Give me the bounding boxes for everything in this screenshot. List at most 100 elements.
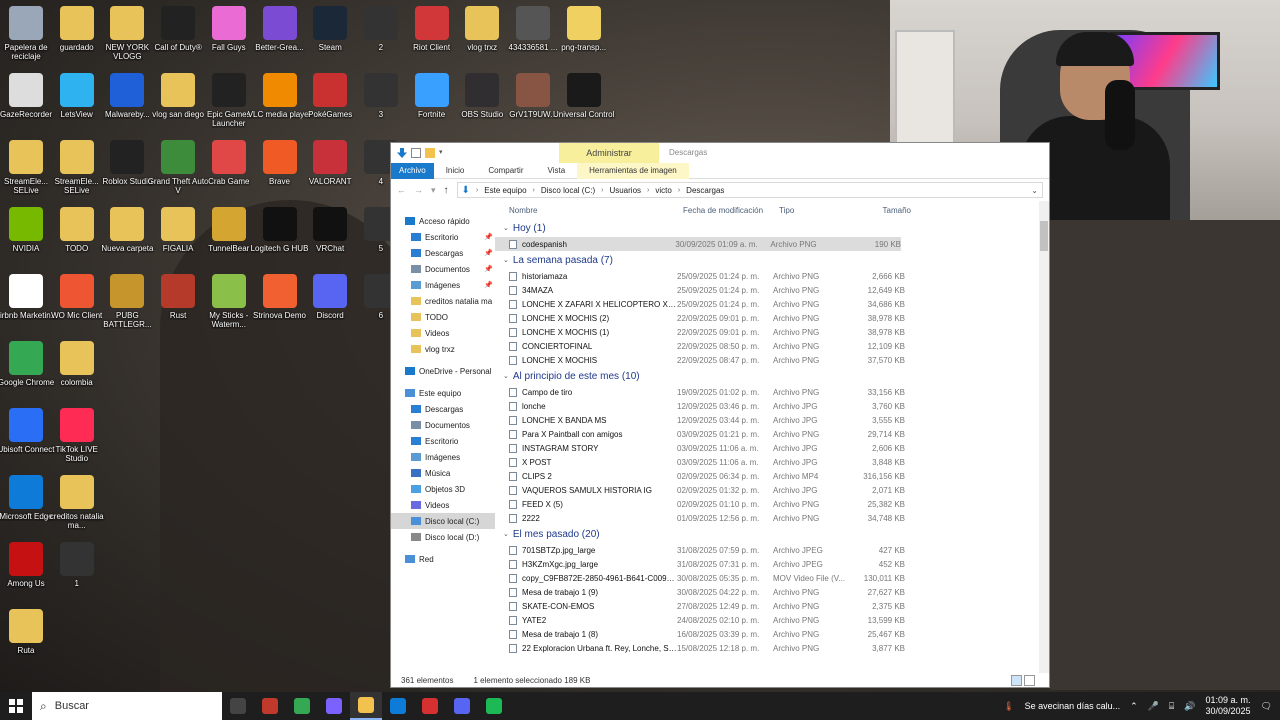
file-row[interactable]: SKATE-CON-EMOS 27/08/2025 12:49 p. m. Arch… [495, 599, 1049, 613]
scroll-thumb[interactable] [1040, 221, 1048, 251]
file-row[interactable]: Mesa de trabajo 1 (8) 16/08/2025 03:39 p.… [495, 627, 1049, 641]
forward-arrow-icon[interactable]: → [414, 185, 423, 195]
desktop-icon[interactable]: Ruta [0, 609, 58, 655]
weather-text[interactable]: Se avecinan días calu... [1025, 701, 1121, 711]
breadcrumb-separator-icon[interactable]: › [601, 187, 603, 194]
column-size[interactable]: Tamaño [859, 206, 911, 215]
nav-item[interactable]: OneDrive - Personal [391, 363, 495, 379]
nav-item[interactable]: vlog trxz [391, 341, 495, 357]
dropdown-icon[interactable]: ▾ [439, 148, 445, 158]
volume-icon[interactable]: 🔊 [1184, 701, 1195, 712]
taskbar-spotify-button[interactable] [478, 692, 510, 720]
taskbar-task-view-button[interactable] [222, 692, 254, 720]
breadcrumb-item[interactable]: victo [655, 186, 671, 195]
file-row[interactable]: CONCIERTOFINAL 22/09/2025 08:50 p. m. Arch… [495, 339, 1049, 353]
file-row[interactable]: X POST 03/09/2025 11:06 a. m. Archivo JPG 3… [495, 455, 1049, 469]
file-row[interactable]: CLIPS 2 02/09/2025 06:34 p. m. Archivo MP4… [495, 469, 1049, 483]
file-row[interactable]: 701SBTZp.jpg_large 31/08/2025 07:59 p. m.… [495, 543, 1049, 557]
up-arrow-icon[interactable]: ↑ [444, 185, 449, 196]
nav-item[interactable]: Descargas 📌 [391, 245, 495, 261]
group-header[interactable]: ⌄ La semana pasada (7) [495, 251, 1049, 269]
taskbar-file-explorer-button[interactable] [350, 692, 382, 720]
tab-herramientas-imagen[interactable]: Herramientas de imagen [577, 162, 689, 179]
desktop-icon[interactable]: 1 [45, 542, 109, 588]
nav-item[interactable]: Documentos 📌 [391, 261, 495, 277]
file-row[interactable]: historiamaza 25/09/2025 01:24 p. m. Archiv… [495, 269, 1049, 283]
file-row[interactable]: codespanish 30/09/2025 01:09 a. m. Archivo… [495, 237, 901, 251]
file-row[interactable]: LONCHE X ZAFARI X HELICOPTERO X YATE 25/0… [495, 297, 1049, 311]
file-row[interactable]: Mesa de trabajo 1 (9) 30/08/2025 04:22 p.… [495, 585, 1049, 599]
microphone-icon[interactable]: 🎤 [1148, 701, 1159, 712]
nav-item[interactable]: Escritorio [391, 433, 495, 449]
nav-item[interactable]: TODO [391, 309, 495, 325]
file-row[interactable]: copy_C9FB872E-2850-4961-B641-C0091A... 30… [495, 571, 1049, 585]
back-arrow-icon[interactable]: ← [397, 185, 406, 195]
file-row[interactable]: lonche 12/09/2025 03:46 p. m. Archivo JPG 3… [495, 399, 1049, 413]
taskbar-app-red-button[interactable] [254, 692, 286, 720]
file-row[interactable]: YATE2 24/08/2025 02:10 p. m. Archivo PNG 13… [495, 613, 1049, 627]
nav-item[interactable]: Objetos 3D [391, 481, 495, 497]
taskbar-chrome-button[interactable] [286, 692, 318, 720]
vertical-scrollbar[interactable] [1039, 201, 1049, 673]
nav-item[interactable]: Red [391, 551, 495, 567]
recent-dropdown-icon[interactable]: ▾ [431, 185, 436, 196]
taskbar-discord-button[interactable] [446, 692, 478, 720]
nav-item[interactable]: Este equipo [391, 385, 495, 401]
breadcrumb-separator-icon[interactable]: › [647, 187, 649, 194]
breadcrumb-item[interactable]: Disco local (C:) [541, 186, 595, 195]
breadcrumb-separator-icon[interactable]: › [476, 187, 478, 194]
breadcrumb-separator-icon[interactable]: › [678, 187, 680, 194]
taskbar-copilot-button[interactable] [318, 692, 350, 720]
tab-compartir[interactable]: Compartir [476, 163, 535, 179]
taskbar-store-button[interactable] [382, 692, 414, 720]
tab-archivo[interactable]: Archivo [391, 162, 434, 179]
nav-item[interactable]: Descargas [391, 401, 495, 417]
desktop-icon[interactable]: Universal Control [552, 73, 616, 119]
taskbar-app-red-2-button[interactable] [414, 692, 446, 720]
desktop-icon[interactable]: TikTok LIVE Studio [45, 408, 109, 463]
nav-item[interactable]: Disco local (C:) [391, 513, 495, 529]
file-row[interactable]: VAQUEROS SAMULX HISTORIA IG 02/09/2025 01… [495, 483, 1049, 497]
group-header[interactable]: ⌄ Hoy (1) [495, 219, 1049, 237]
address-bar[interactable]: ⬇ › Este equipo › Disco local (C:) › Usuarios… [456, 182, 1043, 198]
start-button[interactable] [0, 692, 32, 720]
file-row[interactable]: 34MAZA 25/09/2025 01:24 p. m. Archivo PNG 1… [495, 283, 1049, 297]
breadcrumb-separator-icon[interactable]: › [533, 187, 535, 194]
nav-item[interactable]: Imágenes 📌 [391, 277, 495, 293]
desktop-icon[interactable]: creditos natalia ma... [45, 475, 109, 530]
desktop-icon[interactable]: colombia [45, 341, 109, 387]
file-row[interactable]: Para X Paintball con amigos 03/09/2025 01… [495, 427, 1049, 441]
file-row[interactable]: 22 Exploracion Urbana ft. Rey, Lonche, S… [495, 641, 1049, 655]
nav-item[interactable]: Disco local (D:) [391, 529, 495, 545]
details-view-icon[interactable] [1011, 675, 1022, 686]
file-row[interactable]: LONCHE X MOCHIS (1) 22/09/2025 09:01 p. m… [495, 325, 1049, 339]
file-row[interactable]: LONCHE X MOCHIS 22/09/2025 08:47 p. m. Arc… [495, 353, 1049, 367]
breadcrumb-item[interactable]: Usuarios [609, 186, 641, 195]
tab-vista[interactable]: Vista [536, 163, 578, 179]
nav-item[interactable]: Imágenes [391, 449, 495, 465]
column-name[interactable]: Nombre [509, 206, 683, 215]
tab-inicio[interactable]: Inicio [434, 163, 477, 179]
column-date[interactable]: Fecha de modificación [683, 206, 779, 215]
properties-icon[interactable] [411, 148, 421, 158]
clock[interactable]: 01:09 a. m. 30/09/2025 [1206, 695, 1251, 717]
file-row[interactable]: LONCHE X MOCHIS (2) 22/09/2025 09:01 p. m… [495, 311, 1049, 325]
file-row[interactable]: H3KZmXgc.jpg_large 31/08/2025 07:31 p. m.… [495, 557, 1049, 571]
nav-item[interactable]: Escritorio 📌 [391, 229, 495, 245]
taskbar-search[interactable]: ⌕ Buscar [32, 692, 222, 720]
breadcrumb-item[interactable]: Descargas [686, 186, 724, 195]
file-row[interactable]: 2222 01/09/2025 12:56 p. m. Archivo PNG 34,… [495, 511, 1049, 525]
file-row[interactable]: FEED X (5) 02/09/2025 01:10 p. m. Archivo … [495, 497, 1049, 511]
breadcrumb-item[interactable]: Este equipo [484, 186, 526, 195]
file-row[interactable]: Campo de tiro 19/09/2025 01:02 p. m. Archi… [495, 385, 1049, 399]
group-header[interactable]: ⌄ El mes pasado (20) [495, 525, 1049, 543]
nav-item[interactable]: creditos natalia ma [391, 293, 495, 309]
nav-item[interactable]: Documentos [391, 417, 495, 433]
chevron-up-icon[interactable]: ⌃ [1130, 701, 1138, 712]
nav-item[interactable]: Videos [391, 325, 495, 341]
download-icon[interactable] [397, 148, 407, 158]
address-dropdown-icon[interactable]: ⌄ [1031, 186, 1042, 195]
file-row[interactable]: INSTAGRAM STORY 03/09/2025 11:06 a. m. Arc… [495, 441, 1049, 455]
large-icons-view-icon[interactable] [1024, 675, 1035, 686]
folder-icon[interactable] [425, 148, 435, 158]
